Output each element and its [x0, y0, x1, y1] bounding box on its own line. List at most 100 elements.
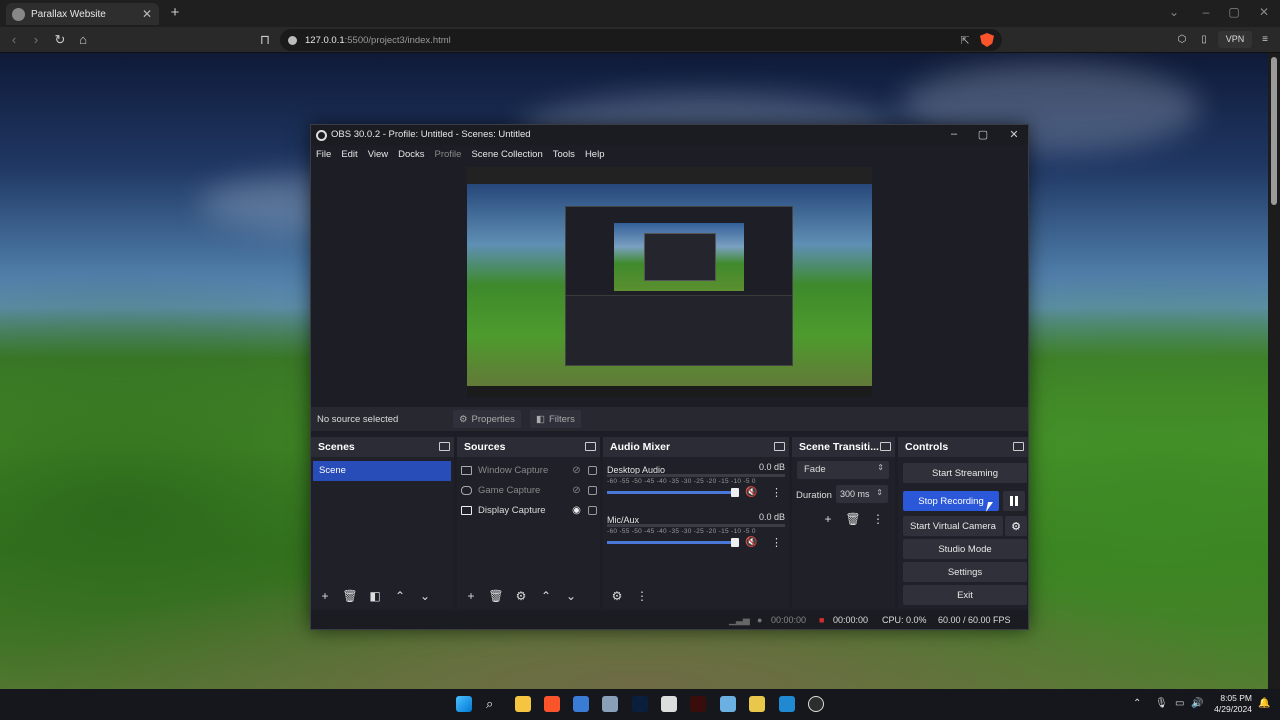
undock-icon[interactable] [774, 442, 785, 451]
photos-icon[interactable] [720, 696, 736, 712]
undock-icon[interactable] [585, 442, 596, 451]
more-icon[interactable]: ⋮ [771, 486, 782, 499]
obs-close-button[interactable]: ✕ [1007, 128, 1021, 141]
muted-speaker-icon[interactable]: 🔇 [745, 487, 757, 498]
home-icon[interactable]: ⌂ [75, 32, 91, 48]
file-explorer-icon[interactable] [515, 696, 531, 712]
scene-filters-icon[interactable]: ◧ [364, 586, 386, 606]
start-icon[interactable] [456, 696, 472, 712]
illustrator-icon[interactable] [690, 696, 706, 712]
move-down-icon[interactable]: ⌄ [414, 586, 436, 606]
transition-select[interactable]: Fade ⇕ [797, 461, 889, 479]
bookmark-icon[interactable]: ⊓ [257, 32, 273, 48]
source-display-capture[interactable]: Display Capture ◉ [461, 501, 597, 519]
add-source-button[interactable]: + [460, 586, 482, 606]
new-tab-button[interactable]: + [167, 4, 183, 22]
studio-mode-button[interactable]: Studio Mode [903, 539, 1027, 559]
share-icon[interactable]: ⇱ [958, 34, 972, 47]
add-scene-button[interactable]: + [314, 586, 336, 606]
more-icon[interactable]: ⋮ [771, 536, 782, 549]
system-clock[interactable]: 8:05 PM 4/29/2024 [1210, 693, 1252, 715]
lock-icon[interactable] [588, 465, 597, 475]
eye-icon[interactable]: ◉ [571, 505, 582, 516]
camera-icon[interactable] [602, 696, 618, 712]
vscode-icon[interactable] [779, 696, 795, 712]
volume-slider-handle[interactable] [731, 488, 739, 497]
volume-icon[interactable]: 🔊 [1191, 698, 1203, 709]
exit-button[interactable]: Exit [903, 585, 1027, 605]
network-icon[interactable]: ▭ [1175, 698, 1184, 709]
sticky-notes-icon[interactable] [749, 696, 765, 712]
close-tab-icon[interactable]: ✕ [141, 7, 153, 21]
menu-tools[interactable]: Tools [553, 149, 575, 160]
brave-shields-icon[interactable] [980, 33, 994, 47]
obs-taskbar-icon[interactable] [808, 696, 824, 712]
volume-slider[interactable] [607, 491, 739, 494]
snipping-tool-icon[interactable] [661, 696, 677, 712]
search-icon[interactable]: ⌕ [486, 696, 502, 712]
advanced-audio-icon[interactable]: ⚙ [606, 586, 628, 606]
menu-view[interactable]: View [368, 149, 388, 160]
start-virtual-camera-button[interactable]: Start Virtual Camera [903, 516, 1003, 536]
menu-icon[interactable]: ≡ [1258, 32, 1272, 48]
menu-file[interactable]: File [316, 149, 331, 160]
site-info-icon[interactable] [288, 35, 297, 45]
volume-slider-handle[interactable] [731, 538, 739, 547]
trash-icon[interactable]: 🗑 [339, 586, 361, 606]
tab-search-chevron-icon[interactable]: ⌄ [1167, 5, 1181, 19]
forward-icon[interactable]: › [28, 32, 44, 48]
menu-edit[interactable]: Edit [341, 149, 357, 160]
move-up-icon[interactable]: ⌃ [389, 586, 411, 606]
more-icon[interactable]: ⋮ [631, 586, 653, 606]
settings-button[interactable]: Settings [903, 562, 1027, 582]
back-icon[interactable]: ‹ [6, 32, 22, 48]
move-down-icon[interactable]: ⌄ [560, 586, 582, 606]
close-window-button[interactable]: ✕ [1257, 5, 1271, 19]
page-scrollbar[interactable] [1268, 53, 1280, 689]
source-window-capture[interactable]: Window Capture ⊘ [461, 461, 597, 479]
url-text[interactable]: 127.0.0.1:5500/project3/index.html [305, 35, 950, 46]
scrollbar-thumb[interactable] [1271, 57, 1277, 205]
undock-icon[interactable] [439, 442, 450, 451]
obs-minimize-button[interactable]: – [947, 128, 961, 140]
source-game-capture[interactable]: Game Capture ⊘ [461, 481, 597, 499]
obs-maximize-button[interactable]: ▢ [976, 128, 990, 141]
trash-icon[interactable]: 🗑 [485, 586, 507, 606]
start-streaming-button[interactable]: Start Streaming [903, 463, 1027, 483]
pause-recording-button[interactable] [1003, 491, 1025, 511]
microphone-icon[interactable]: 🎙 [1155, 698, 1168, 709]
menu-scene-collection[interactable]: Scene Collection [471, 149, 542, 160]
move-up-icon[interactable]: ⌃ [535, 586, 557, 606]
add-transition-button[interactable]: + [817, 509, 839, 529]
brave-icon[interactable] [544, 696, 560, 712]
volume-slider[interactable] [607, 541, 739, 544]
browser-tab[interactable]: Parallax Website ✕ [6, 3, 159, 25]
scene-item[interactable]: Scene [313, 461, 451, 481]
trash-icon[interactable]: 🗑 [842, 509, 864, 529]
minimize-button[interactable]: – [1199, 5, 1213, 19]
undock-icon[interactable] [880, 442, 891, 451]
reload-icon[interactable]: ↻ [52, 32, 68, 48]
address-bar[interactable]: 127.0.0.1:5500/project3/index.html ⇱ [280, 29, 1002, 51]
gear-icon[interactable]: ⚙ [510, 586, 532, 606]
preview-canvas[interactable] [467, 167, 872, 397]
photoshop-icon[interactable] [632, 696, 648, 712]
stop-recording-button[interactable]: Stop Recording [903, 491, 999, 511]
tray-overflow-icon[interactable]: ⌃ [1133, 698, 1141, 709]
lock-icon[interactable] [588, 505, 597, 515]
virtual-camera-settings-button[interactable]: ⚙ [1005, 516, 1027, 536]
duration-spinbox[interactable]: 300 ms ⇕ [836, 485, 888, 503]
eye-hidden-icon[interactable]: ⊘ [571, 485, 582, 496]
undock-icon[interactable] [1013, 442, 1024, 451]
more-icon[interactable]: ⋮ [867, 509, 889, 529]
notification-icon[interactable]: 🔔 [1258, 698, 1270, 709]
obs-titlebar[interactable]: OBS 30.0.2 - Profile: Untitled - Scenes:… [311, 125, 1028, 145]
spin-arrows-icon[interactable]: ⇕ [876, 488, 883, 497]
muted-speaker-icon[interactable]: 🔇 [745, 537, 757, 548]
sidebar-icon[interactable]: ▯ [1197, 32, 1211, 48]
menu-docks[interactable]: Docks [398, 149, 424, 160]
lock-icon[interactable] [588, 485, 597, 495]
filters-button[interactable]: ◧ Filters [530, 410, 581, 428]
maximize-button[interactable]: ▢ [1227, 5, 1241, 19]
extensions-icon[interactable]: ⬡ [1175, 32, 1189, 48]
